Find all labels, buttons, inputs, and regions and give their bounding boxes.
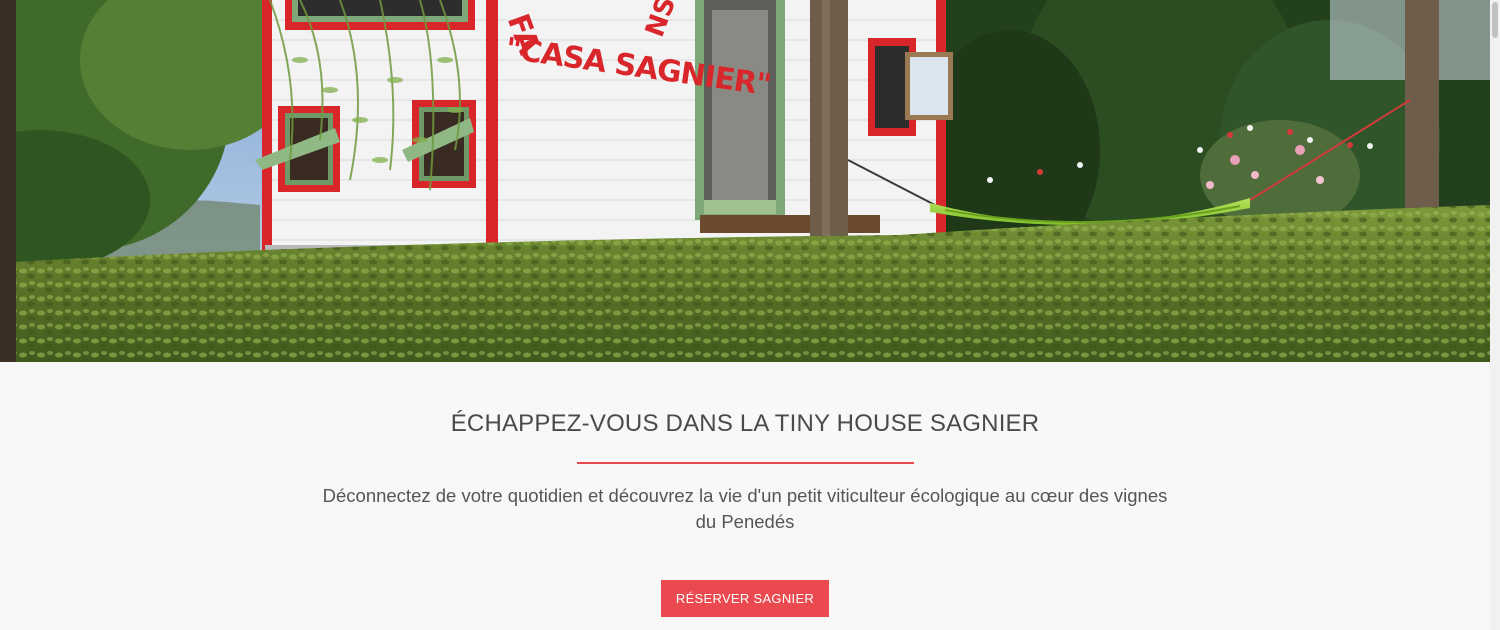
scrollbar-thumb[interactable] <box>1492 2 1498 38</box>
tiny-house <box>255 0 953 263</box>
section-subtitle: Déconnectez de votre quotidien et découv… <box>322 485 1168 532</box>
hero-photo: FA NS "CASA SAGNIER" <box>0 0 1490 362</box>
headline-divider <box>577 462 914 464</box>
reserve-button[interactable]: RÉSERVER SAGNIER <box>661 580 829 617</box>
intro-section: ÉCHAPPEZ-VOUS DANS LA TINY HOUSE SAGNIER… <box>0 362 1490 630</box>
page-scrollbar[interactable] <box>1490 0 1500 630</box>
hero-image: FA NS "CASA SAGNIER" <box>0 0 1490 362</box>
section-headline: ÉCHAPPEZ-VOUS DANS LA TINY HOUSE SAGNIER <box>450 410 1040 437</box>
page: FA NS "CASA SAGNIER" ÉCHAPPEZ-VOUS DANS … <box>0 0 1500 630</box>
